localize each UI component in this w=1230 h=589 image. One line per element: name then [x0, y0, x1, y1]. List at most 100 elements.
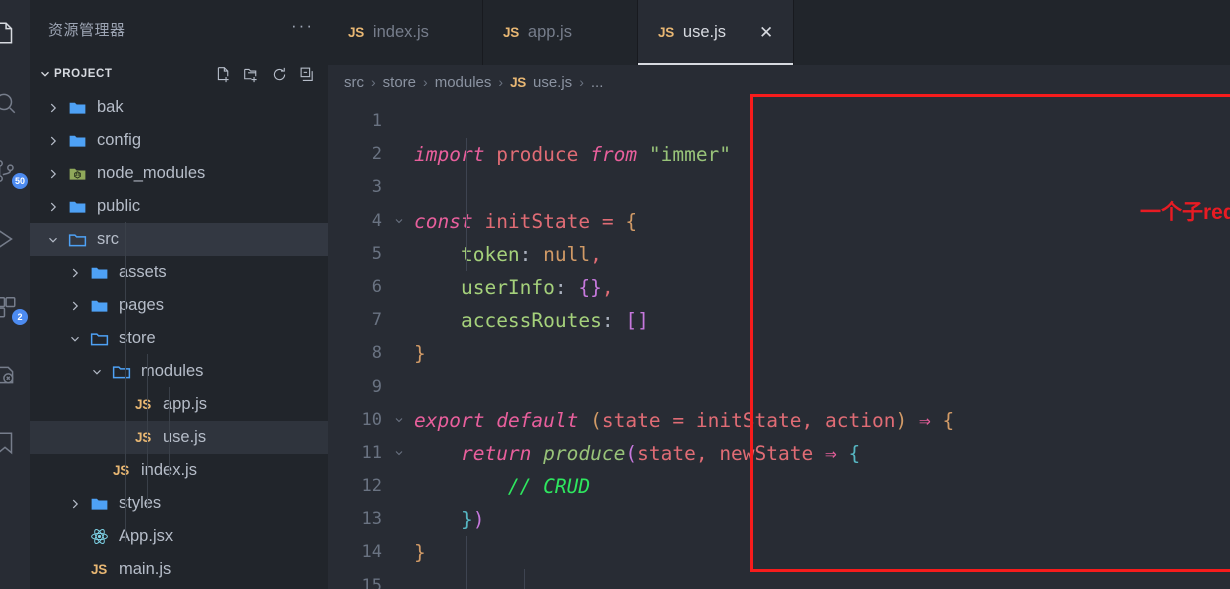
code-line[interactable]: userInfo: {}, — [408, 271, 1230, 304]
line-number: 7 — [371, 310, 382, 331]
breadcrumb-item[interactable]: src — [344, 74, 364, 91]
activity-item-explorer[interactable] — [0, 8, 29, 58]
breadcrumb-item[interactable]: ... — [591, 74, 604, 91]
fold-empty — [390, 570, 408, 589]
code-line[interactable]: import produce from "immer" — [408, 138, 1230, 171]
tree-item-label: index.js — [141, 461, 197, 479]
code-line[interactable]: }) — [408, 503, 1230, 536]
tree-item-modules[interactable]: modules — [30, 355, 328, 388]
line-number: 8 — [371, 343, 382, 364]
breadcrumb-separator-icon: › — [579, 74, 584, 90]
tree-item-bak[interactable]: bak — [30, 91, 328, 124]
tree-item-config[interactable]: config — [30, 124, 328, 157]
tree-item-node_modules[interactable]: JS node_modules — [30, 157, 328, 190]
close-icon[interactable]: ✕ — [735, 24, 773, 41]
new-file-icon[interactable] — [215, 66, 232, 83]
code-line[interactable]: } — [408, 536, 1230, 569]
tree-item-public[interactable]: public — [30, 190, 328, 223]
tree-item-pages[interactable]: pages — [30, 289, 328, 322]
code-line[interactable] — [408, 371, 1230, 404]
sidebar-more-actions-icon[interactable]: ··· — [291, 17, 314, 36]
search-icon — [0, 90, 18, 116]
tree-item-label: store — [119, 329, 156, 347]
tree-item-store[interactable]: store — [30, 322, 328, 355]
chevron-down-icon — [64, 332, 86, 346]
refresh-icon[interactable] — [271, 66, 288, 83]
code-line[interactable]: } — [408, 337, 1230, 370]
indent-guide — [466, 536, 467, 589]
js-icon: JS — [510, 74, 526, 90]
fold-empty — [390, 138, 408, 171]
editor-tab-index-js[interactable]: JS index.js — [328, 0, 483, 65]
annotation-text: 一个子reduce就相当于一个子store — [1140, 201, 1230, 224]
activity-item-run-debug[interactable] — [0, 214, 29, 264]
fold-empty — [390, 171, 408, 204]
code-line[interactable] — [408, 105, 1230, 138]
code-line[interactable]: // CRUD — [408, 470, 1230, 503]
line-number: 10 — [361, 409, 382, 430]
chevron-right-icon — [64, 497, 86, 511]
chevron-right-icon — [42, 134, 64, 148]
tree-indent-guide — [169, 387, 170, 477]
tree-item-label: node_modules — [97, 164, 206, 182]
tree-indent-guide — [147, 354, 148, 509]
indent-guide — [524, 569, 525, 589]
fold-chevron-icon[interactable] — [390, 205, 408, 238]
tree-item-src[interactable]: src — [30, 223, 328, 256]
activity-item-remote[interactable] — [0, 350, 29, 400]
fold-chevron-icon[interactable] — [390, 404, 408, 437]
breadcrumb-item[interactable]: store — [383, 74, 416, 91]
fold-chevron-icon[interactable] — [390, 437, 408, 470]
tree-item-styles[interactable]: styles — [30, 487, 328, 520]
line-number: 11 — [361, 442, 382, 463]
code-editor[interactable]: 1 2 3 4 5 6 7 8 9 10 11 12 13 14 15 import produce fro… — [328, 99, 1230, 589]
chevron-right-icon — [42, 101, 64, 115]
new-folder-icon[interactable] — [243, 66, 260, 83]
tree-item-label: src — [97, 230, 119, 248]
tree-item-label: assets — [119, 263, 167, 281]
fold-empty — [390, 470, 408, 503]
code-line[interactable]: export default (state = initState, actio… — [408, 404, 1230, 437]
folder-icon — [64, 196, 90, 217]
code-line[interactable]: token: null, — [408, 238, 1230, 271]
code-line[interactable]: const initState = { — [408, 205, 1230, 238]
activity-item-search[interactable] — [0, 78, 29, 128]
sidebar-title: 资源管理器 — [48, 21, 126, 39]
code-line[interactable]: accessRoutes: [] — [408, 304, 1230, 337]
fold-gutter[interactable] — [390, 99, 408, 589]
tree-item-main-js[interactable]: JS main.js — [30, 553, 328, 586]
line-number: 5 — [371, 243, 382, 264]
breadcrumb-item[interactable]: modules — [435, 74, 492, 91]
tree-item-app-js[interactable]: JS app.js — [30, 388, 328, 421]
folder-icon — [64, 97, 90, 118]
js-icon: JS — [348, 25, 364, 40]
editor-tab-use-js[interactable]: JS use.js ✕ — [638, 0, 795, 65]
source-control-badge: 50 — [11, 173, 28, 189]
tree-indent-guide — [125, 222, 126, 542]
code-line[interactable] — [408, 570, 1230, 589]
breadcrumb-item[interactable]: use.js — [533, 74, 572, 91]
vscode-window: 50 2 资源管理器 ··· PROJECT bak config JS nod… — [0, 0, 1230, 589]
js-icon: JS — [503, 25, 519, 40]
chevron-right-icon — [42, 167, 64, 181]
collapse-all-icon[interactable] — [299, 66, 316, 83]
js-file-icon: JS — [91, 562, 107, 577]
tree-item-index-js[interactable]: JS index.js — [30, 454, 328, 487]
activity-item-extensions[interactable]: 2 — [0, 282, 29, 332]
js-icon: JS — [658, 25, 674, 40]
activity-item-bookmarks[interactable] — [0, 418, 29, 468]
folder-icon — [86, 295, 112, 316]
tree-item-use-js[interactable]: JS use.js — [30, 421, 328, 454]
editor-tab-app-js[interactable]: JS app.js — [483, 0, 638, 65]
tree-item-assets[interactable]: assets — [30, 256, 328, 289]
code-line[interactable] — [408, 171, 1230, 204]
bookmark-icon — [0, 430, 18, 456]
activity-item-source-control[interactable]: 50 — [0, 146, 29, 196]
project-section-header[interactable]: PROJECT — [30, 58, 328, 90]
breadcrumb-separator-icon: › — [423, 74, 428, 90]
tree-item-App-jsx[interactable]: App.jsx — [30, 520, 328, 553]
line-number: 9 — [371, 376, 382, 397]
code-content[interactable]: import produce from "immer" const initSt… — [408, 99, 1230, 589]
code-line[interactable]: return produce(state, newState ⇒ { — [408, 437, 1230, 470]
chevron-right-icon — [42, 200, 64, 214]
